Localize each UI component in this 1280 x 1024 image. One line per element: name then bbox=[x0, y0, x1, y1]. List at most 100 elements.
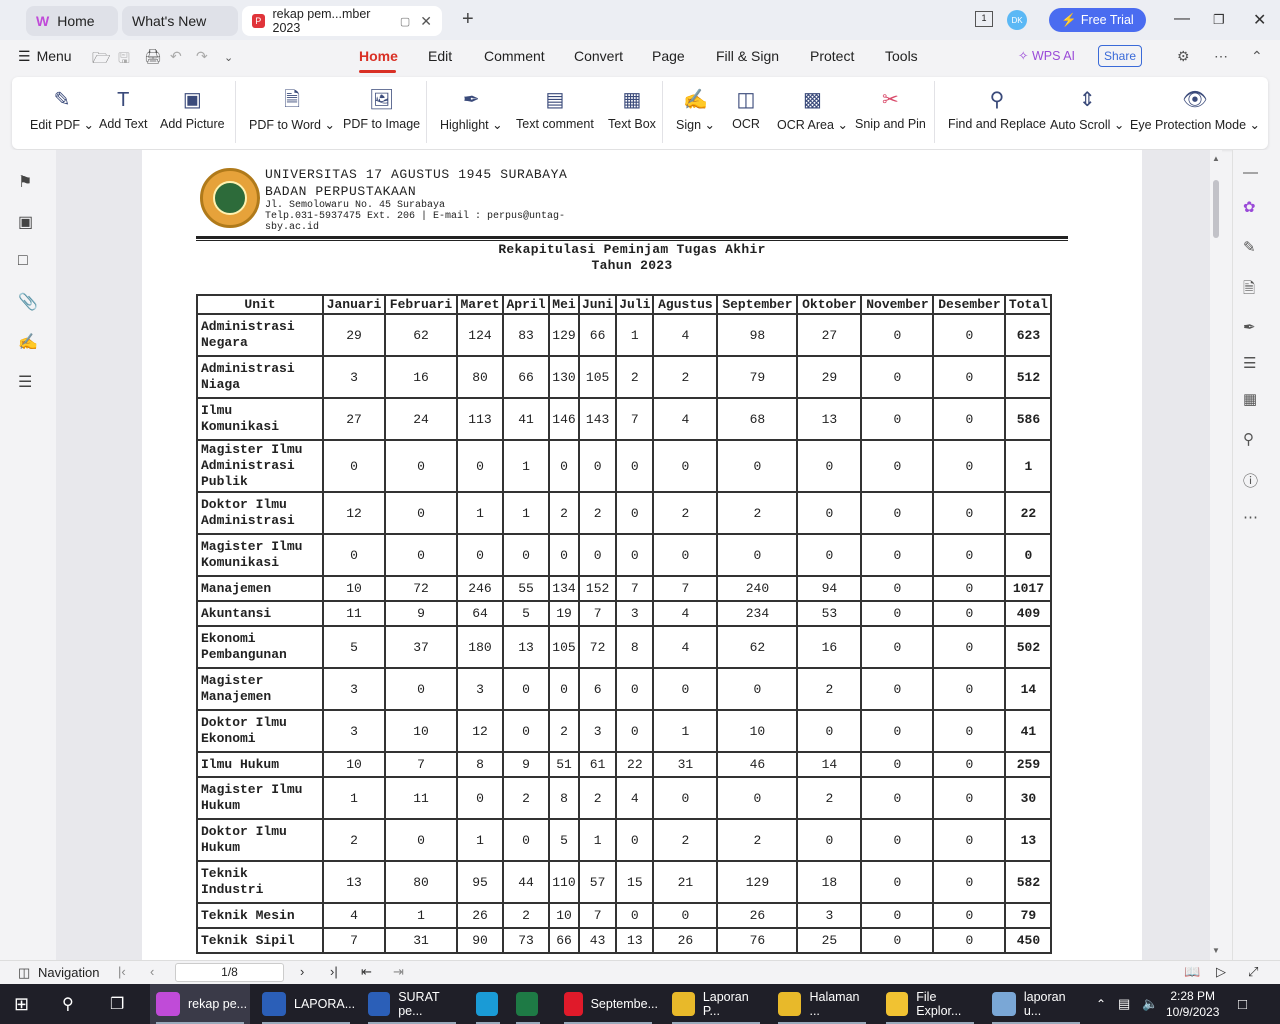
menu-comment[interactable]: Comment bbox=[484, 48, 545, 64]
sign-button[interactable]: ✍ Sign ⌄ bbox=[676, 87, 715, 132]
back-view-icon[interactable]: ⇤ bbox=[361, 964, 372, 980]
search-icon[interactable]: ⚲ bbox=[62, 984, 74, 1024]
eye-protection-button[interactable]: 👁 Eye Protection Mode ⌄ bbox=[1130, 87, 1260, 132]
taskbar-item[interactable]: laporan u... bbox=[986, 984, 1086, 1024]
pen-icon[interactable]: ✒ bbox=[1243, 318, 1256, 336]
scroll-thumb[interactable] bbox=[1213, 180, 1219, 238]
open-folder-icon[interactable]: 🗁 bbox=[92, 48, 111, 73]
edit-icon[interactable]: ✎ bbox=[1243, 238, 1256, 256]
menu-convert[interactable]: Convert bbox=[574, 48, 623, 64]
share-button[interactable]: Share bbox=[1098, 45, 1142, 67]
menu-home[interactable]: Home bbox=[359, 48, 398, 64]
prev-page-icon[interactable]: ‹ bbox=[150, 964, 154, 979]
unit-cell: Administrasi Negara bbox=[196, 313, 324, 357]
notification-icon[interactable]: □ bbox=[1238, 984, 1247, 1024]
menu-page[interactable]: Page bbox=[652, 48, 685, 64]
system-clock[interactable]: 2:28 PM 10/9/2023 bbox=[1166, 988, 1219, 1020]
taskbar-item[interactable]: SURAT pe... bbox=[362, 984, 462, 1024]
scroll-up-icon[interactable]: ▲ bbox=[1212, 154, 1220, 163]
last-page-icon[interactable]: ›| bbox=[330, 964, 338, 979]
collapse-icon[interactable]: ⌃ bbox=[1251, 48, 1263, 65]
avatar[interactable]: DK bbox=[1007, 10, 1027, 30]
restore-icon[interactable]: ❐ bbox=[1213, 12, 1225, 28]
list-icon[interactable]: ☰ bbox=[1243, 354, 1256, 372]
snip-pin-button[interactable]: ✂ Snip and Pin bbox=[855, 87, 926, 131]
menu-button[interactable]: ☰ Menu bbox=[18, 48, 72, 65]
add-picture-button[interactable]: ▣ Add Picture bbox=[160, 87, 225, 131]
ocr-button[interactable]: ◫ OCR bbox=[732, 87, 760, 131]
taskbar-item[interactable]: Laporan P... bbox=[666, 984, 766, 1024]
more-icon[interactable]: ⋯ bbox=[1214, 48, 1228, 65]
taskbar-item[interactable] bbox=[510, 984, 546, 1024]
pdf-to-image-button[interactable]: 🖼 PDF to Image bbox=[343, 87, 420, 131]
next-page-icon[interactable]: › bbox=[300, 964, 304, 979]
windows-start-icon[interactable]: ⊞ bbox=[14, 984, 29, 1024]
taskbar-item[interactable]: File Explor... bbox=[880, 984, 980, 1024]
document-icon[interactable]: 🗎 bbox=[1243, 278, 1255, 303]
free-trial-button[interactable]: ⚡ Free Trial bbox=[1049, 8, 1146, 32]
attachment-icon[interactable]: 📎 bbox=[18, 292, 38, 312]
search-icon[interactable]: ⚲ bbox=[1243, 430, 1254, 448]
taskbar-item[interactable]: Halaman ... bbox=[772, 984, 872, 1024]
task-view-icon[interactable]: ❐ bbox=[110, 984, 124, 1024]
help-icon[interactable]: ⓘ bbox=[1243, 470, 1258, 491]
read-mode-icon[interactable]: 📖 bbox=[1184, 964, 1200, 980]
wps-ai-button[interactable]: ✧ WPS AI bbox=[1018, 48, 1075, 63]
tab-home[interactable]: W Home bbox=[26, 6, 118, 36]
volume-icon[interactable]: 🔈 bbox=[1142, 984, 1158, 1024]
tab-window-icon[interactable]: ▢ bbox=[400, 15, 410, 28]
taskbar-item[interactable] bbox=[470, 984, 506, 1024]
text-box-button[interactable]: ▦ Text Box bbox=[608, 87, 656, 131]
play-icon[interactable]: ▷ bbox=[1216, 964, 1226, 980]
redo-icon[interactable]: ↷ bbox=[196, 48, 208, 65]
layers-icon[interactable]: ☰ bbox=[18, 372, 32, 392]
text-comment-button[interactable]: ▤ Text comment bbox=[516, 87, 594, 131]
save-icon[interactable]: 🖫 bbox=[118, 48, 130, 72]
taskbar-item[interactable]: Septembe... bbox=[558, 984, 658, 1024]
stamp-icon[interactable]: ▦ bbox=[1243, 390, 1257, 408]
undo-icon[interactable]: ↶ bbox=[170, 48, 182, 65]
pdf-to-word-button[interactable]: 🗎 PDF to Word ⌄ bbox=[249, 87, 335, 132]
minus-icon[interactable]: — bbox=[1243, 164, 1258, 181]
settings-icon[interactable]: ⚙ bbox=[1177, 48, 1190, 65]
month-cell: 246 bbox=[456, 575, 504, 602]
new-tab-button[interactable]: + bbox=[462, 8, 474, 31]
tab-whats-new[interactable]: What's New bbox=[122, 6, 238, 36]
edit-pdf-button[interactable]: ✎ Edit PDF ⌄ bbox=[30, 87, 94, 132]
print-icon[interactable]: 🖨 bbox=[144, 48, 162, 65]
scroll-down-icon[interactable]: ▼ bbox=[1212, 946, 1220, 955]
window-close-icon[interactable]: ✕ bbox=[1253, 10, 1266, 30]
taskbar-item[interactable]: rekap pe... bbox=[150, 984, 250, 1024]
find-replace-button[interactable]: ⚲ Find and Replace bbox=[948, 87, 1046, 131]
navigation-label[interactable]: Navigation bbox=[38, 965, 99, 980]
network-icon[interactable]: ▤ bbox=[1118, 984, 1130, 1024]
signature-icon[interactable]: ✍ bbox=[18, 332, 38, 352]
document-viewer[interactable]: UNIVERSITAS 17 AGUSTUS 1945 SURABAYA BAD… bbox=[56, 150, 1222, 960]
tab-document[interactable]: P rekap pem...mber 2023 ▢ ✕ bbox=[242, 6, 442, 36]
close-icon[interactable]: ✕ bbox=[420, 13, 432, 30]
chevron-up-icon[interactable]: ⌃ bbox=[1096, 984, 1106, 1024]
thumbnail-icon[interactable]: ▣ bbox=[18, 212, 33, 232]
page-number-input[interactable]: 1/8 bbox=[175, 963, 284, 982]
ai-assistant-icon[interactable]: ✿ bbox=[1243, 198, 1256, 216]
taskbar-item[interactable]: LAPORA... bbox=[256, 984, 356, 1024]
minimize-icon[interactable]: — bbox=[1174, 10, 1190, 28]
chevron-down-icon[interactable]: ⌄ bbox=[224, 51, 233, 64]
menu-edit[interactable]: Edit bbox=[428, 48, 452, 64]
fullscreen-icon[interactable]: ⤢ bbox=[1248, 964, 1258, 980]
ocr-area-button[interactable]: ▩ OCR Area ⌄ bbox=[777, 87, 848, 132]
highlight-button[interactable]: ✒ Highlight ⌄ bbox=[440, 87, 503, 132]
first-page-icon[interactable]: |‹ bbox=[118, 964, 126, 979]
add-text-button[interactable]: T Add Text bbox=[99, 87, 147, 131]
page-layout-icon[interactable]: 1 bbox=[975, 11, 993, 27]
forward-view-icon[interactable]: ⇥ bbox=[393, 964, 404, 980]
more-icon[interactable]: ⋯ bbox=[1243, 508, 1258, 526]
vertical-scrollbar[interactable]: ▲ ▼ bbox=[1210, 150, 1222, 960]
menu-tools[interactable]: Tools bbox=[885, 48, 918, 64]
menu-protect[interactable]: Protect bbox=[810, 48, 854, 64]
auto-scroll-button[interactable]: ⇕ Auto Scroll ⌄ bbox=[1050, 87, 1124, 132]
comment-icon[interactable]: □ bbox=[18, 252, 28, 270]
navigation-icon[interactable]: ◫ bbox=[18, 965, 30, 981]
menu-fill-sign[interactable]: Fill & Sign bbox=[716, 48, 779, 64]
bookmark-icon[interactable]: ⚑ bbox=[18, 172, 32, 192]
